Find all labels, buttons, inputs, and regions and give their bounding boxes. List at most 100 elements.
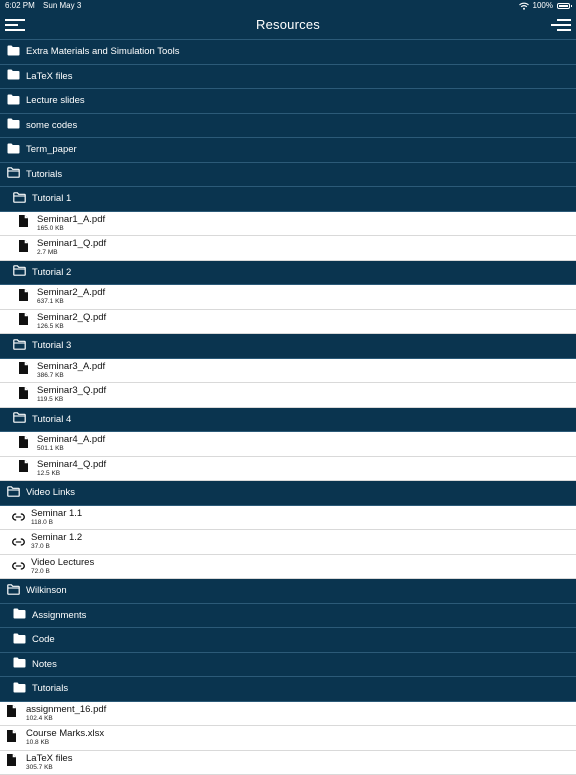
file-row-latex-files[interactable]: LaTeX files 305.7 KB xyxy=(0,751,576,775)
folder-row-tutorial-1[interactable]: Tutorial 1 xyxy=(0,187,576,212)
item-size: 37.0 B xyxy=(31,543,50,550)
item-label: Seminar2_A.pdf xyxy=(37,287,105,298)
folder-row-lecture-slides[interactable]: Lecture slides xyxy=(0,89,576,114)
folder-row-assignments[interactable]: Assignments xyxy=(0,604,576,629)
item-label: Notes xyxy=(32,659,57,670)
item-label: Tutorial 4 xyxy=(32,414,71,425)
file-row-assignment-16-pdf[interactable]: assignment_16.pdf 102.4 KB xyxy=(0,702,576,727)
item-label: Seminar1_Q.pdf xyxy=(37,238,106,249)
status-right: 100% xyxy=(519,1,570,10)
folder-row-wilkinson[interactable]: Wilkinson xyxy=(0,579,576,604)
file-icon xyxy=(7,704,16,722)
file-row-seminar3-a-pdf[interactable]: Seminar3_A.pdf 386.7 KB xyxy=(0,359,576,384)
folder-row-tutorials[interactable]: Tutorials xyxy=(0,677,576,702)
file-icon xyxy=(19,239,28,257)
item-size: 102.4 KB xyxy=(26,715,53,722)
resource-list: Extra Materials and Simulation Tools LaT… xyxy=(0,40,576,775)
item-size: 165.0 KB xyxy=(37,225,64,232)
file-icon xyxy=(19,214,28,232)
link-row-seminar-1-1[interactable]: Seminar 1.1 118.0 B xyxy=(0,506,576,531)
file-icon xyxy=(19,386,28,404)
item-size: 126.5 KB xyxy=(37,323,64,330)
item-label: Extra Materials and Simulation Tools xyxy=(26,46,179,57)
status-bar: 6:02 PM Sun May 3 100% xyxy=(0,0,576,12)
item-label: Seminar3_A.pdf xyxy=(37,361,105,372)
item-label: Tutorial 2 xyxy=(32,267,71,278)
folder-row-latex-files[interactable]: LaTeX files xyxy=(0,65,576,90)
item-label: LaTeX files xyxy=(26,71,72,82)
link-icon xyxy=(12,508,25,526)
item-label: Seminar3_Q.pdf xyxy=(37,385,106,396)
item-label: Tutorials xyxy=(26,169,62,180)
folder-open-icon xyxy=(7,582,20,600)
folder-icon xyxy=(7,43,20,61)
item-label: Tutorial 1 xyxy=(32,193,71,204)
folder-row-extra-materials-and-simulation-tools[interactable]: Extra Materials and Simulation Tools xyxy=(0,40,576,65)
item-label: Term_paper xyxy=(26,144,77,155)
link-icon xyxy=(12,557,25,575)
folder-row-notes[interactable]: Notes xyxy=(0,653,576,678)
folder-icon xyxy=(7,116,20,134)
file-row-seminar2-a-pdf[interactable]: Seminar2_A.pdf 637.1 KB xyxy=(0,285,576,310)
folder-row-video-links[interactable]: Video Links xyxy=(0,481,576,506)
item-label: Seminar 1.1 xyxy=(31,508,82,519)
folder-open-icon xyxy=(13,337,26,355)
folder-open-icon xyxy=(13,410,26,428)
item-label: Video Links xyxy=(26,487,75,498)
item-label: Lecture slides xyxy=(26,95,85,106)
item-label: assignment_16.pdf xyxy=(26,704,106,715)
item-label: Code xyxy=(32,634,55,645)
folder-open-icon xyxy=(13,190,26,208)
file-row-seminar1-q-pdf[interactable]: Seminar1_Q.pdf 2.7 MB xyxy=(0,236,576,261)
file-icon xyxy=(19,459,28,477)
item-label: Tutorials xyxy=(32,683,68,694)
item-size: 72.0 B xyxy=(31,568,50,575)
battery-percent: 100% xyxy=(533,1,553,10)
item-size: 305.7 KB xyxy=(26,764,53,771)
item-label: some codes xyxy=(26,120,77,131)
file-row-seminar3-q-pdf[interactable]: Seminar3_Q.pdf 119.5 KB xyxy=(0,383,576,408)
file-row-seminar2-q-pdf[interactable]: Seminar2_Q.pdf 126.5 KB xyxy=(0,310,576,335)
item-size: 386.7 KB xyxy=(37,372,64,379)
folder-icon xyxy=(7,92,20,110)
link-row-video-lectures[interactable]: Video Lectures 72.0 B xyxy=(0,555,576,580)
folder-row-term-paper[interactable]: Term_paper xyxy=(0,138,576,163)
folder-icon xyxy=(13,606,26,624)
folder-row-code[interactable]: Code xyxy=(0,628,576,653)
page-title: Resources xyxy=(0,17,576,32)
item-size: 119.5 KB xyxy=(37,396,63,403)
status-left: 6:02 PM Sun May 3 xyxy=(5,1,87,10)
file-icon xyxy=(7,753,16,771)
item-size: 10.8 KB xyxy=(26,739,49,746)
folder-row-tutorial-2[interactable]: Tutorial 2 xyxy=(0,261,576,286)
file-row-seminar4-a-pdf[interactable]: Seminar4_A.pdf 501.1 KB xyxy=(0,432,576,457)
file-icon xyxy=(19,361,28,379)
folder-open-icon xyxy=(7,484,20,502)
item-label: Assignments xyxy=(32,610,86,621)
folder-row-tutorial-3[interactable]: Tutorial 3 xyxy=(0,334,576,359)
file-icon xyxy=(19,312,28,330)
file-row-seminar1-a-pdf[interactable]: Seminar1_A.pdf 165.0 KB xyxy=(0,212,576,237)
link-row-seminar-1-2[interactable]: Seminar 1.2 37.0 B xyxy=(0,530,576,555)
file-row-course-marks-xlsx[interactable]: Course Marks.xlsx 10.8 KB xyxy=(0,726,576,751)
item-size: 12.5 KB xyxy=(37,470,60,477)
folder-open-icon xyxy=(13,263,26,281)
battery-icon xyxy=(557,3,570,9)
item-size: 501.1 KB xyxy=(37,445,64,452)
options-menu-icon[interactable] xyxy=(551,16,571,34)
file-icon xyxy=(7,729,16,747)
item-label: Seminar4_A.pdf xyxy=(37,434,105,445)
folder-row-some-codes[interactable]: some codes xyxy=(0,114,576,139)
folder-row-tutorial-4[interactable]: Tutorial 4 xyxy=(0,408,576,433)
item-label: Seminar2_Q.pdf xyxy=(37,312,106,323)
item-label: Tutorial 3 xyxy=(32,340,71,351)
item-label: Course Marks.xlsx xyxy=(26,728,104,739)
status-date: Sun May 3 xyxy=(43,1,81,10)
item-label: Seminar 1.2 xyxy=(31,532,82,543)
folder-row-tutorials[interactable]: Tutorials xyxy=(0,163,576,188)
item-size: 637.1 KB xyxy=(37,298,64,305)
folder-icon xyxy=(7,67,20,85)
file-icon xyxy=(19,435,28,453)
file-row-seminar4-q-pdf[interactable]: Seminar4_Q.pdf 12.5 KB xyxy=(0,457,576,482)
folder-open-icon xyxy=(7,165,20,183)
